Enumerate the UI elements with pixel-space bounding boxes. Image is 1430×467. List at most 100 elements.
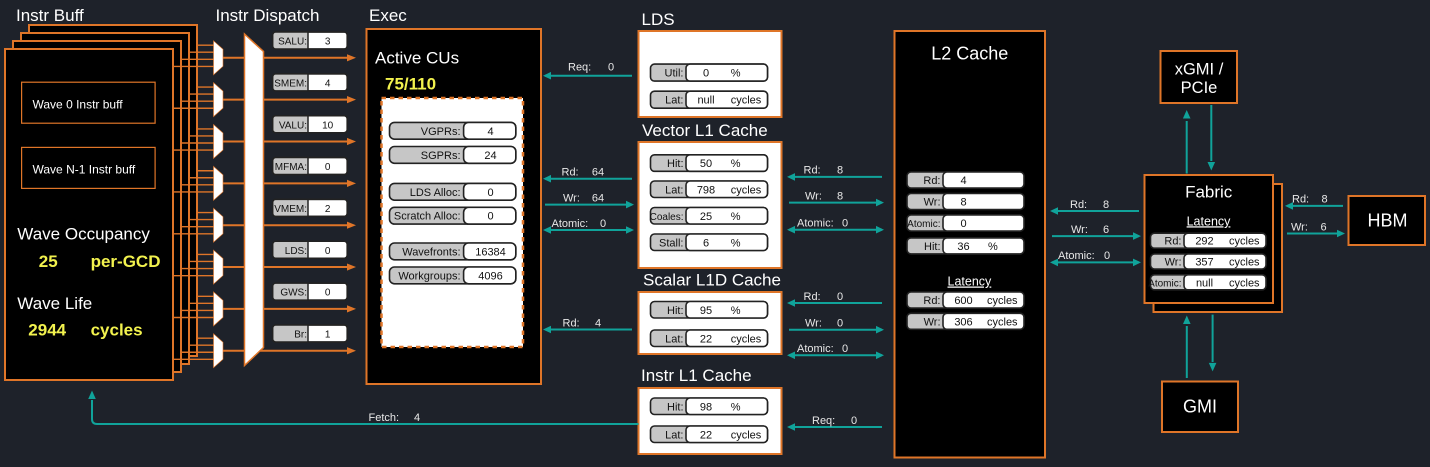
svg-text:LDS: LDS	[642, 10, 675, 29]
svg-text:Rd:: Rd:	[1292, 194, 1309, 206]
svg-text:PCIe: PCIe	[1181, 79, 1218, 97]
svg-text:SGPRs:: SGPRs:	[421, 150, 461, 162]
svg-text:2: 2	[325, 204, 331, 215]
svg-text:Br:: Br:	[294, 330, 307, 341]
svg-text:Wr:: Wr:	[805, 190, 822, 202]
svg-text:0: 0	[837, 291, 843, 303]
svg-text:VGPRs:: VGPRs:	[421, 126, 461, 138]
svg-text:8: 8	[1321, 194, 1327, 206]
svg-text:Atomic:: Atomic:	[797, 343, 834, 355]
svg-text:Lat:: Lat:	[665, 333, 683, 345]
svg-text:Vector L1 Cache: Vector L1 Cache	[642, 121, 768, 140]
svg-text:%: %	[731, 305, 741, 317]
svg-text:Wr:: Wr:	[1071, 224, 1088, 236]
svg-text:Hit:: Hit:	[924, 241, 941, 253]
svg-text:8: 8	[960, 197, 966, 209]
svg-text:cycles: cycles	[91, 321, 143, 340]
svg-text:SMEM:: SMEM:	[274, 78, 307, 89]
svg-text:4096: 4096	[478, 270, 502, 282]
svg-text:cycles: cycles	[1229, 236, 1260, 248]
svg-text:Wr:: Wr:	[805, 318, 822, 330]
svg-text:Lat:: Lat:	[665, 184, 683, 196]
svg-text:Latency: Latency	[948, 275, 993, 289]
svg-text:0: 0	[842, 218, 848, 230]
svg-text:null: null	[1196, 277, 1213, 289]
svg-text:0: 0	[325, 288, 331, 299]
svg-text:Lat:: Lat:	[665, 95, 683, 107]
svg-text:null: null	[697, 95, 714, 107]
svg-text:Hit:: Hit:	[667, 401, 684, 413]
svg-text:Rd:: Rd:	[1164, 236, 1181, 248]
svg-text:0: 0	[960, 218, 966, 230]
svg-text:Wr:: Wr:	[563, 192, 580, 204]
svg-text:4: 4	[960, 175, 966, 187]
svg-text:Wr:: Wr:	[1291, 221, 1308, 233]
svg-text:6: 6	[1320, 221, 1326, 233]
svg-text:Instr Dispatch: Instr Dispatch	[216, 6, 320, 25]
svg-text:Wave 0 Instr buff: Wave 0 Instr buff	[33, 98, 124, 112]
svg-text:0: 0	[487, 211, 493, 223]
svg-text:64: 64	[592, 167, 604, 179]
svg-text:22: 22	[700, 429, 712, 441]
svg-text:4: 4	[487, 126, 493, 138]
svg-text:xGMI /: xGMI /	[1175, 61, 1224, 79]
svg-text:LDS:: LDS:	[285, 246, 307, 257]
svg-text:0: 0	[837, 318, 843, 330]
svg-text:22: 22	[700, 333, 712, 345]
svg-text:cycles: cycles	[731, 184, 762, 196]
svg-text:Rd:: Rd:	[1070, 199, 1087, 211]
svg-text:Rd:: Rd:	[804, 291, 821, 303]
svg-text:MFMA:: MFMA:	[275, 162, 307, 173]
svg-text:cycles: cycles	[731, 429, 762, 441]
svg-text:292: 292	[1195, 236, 1213, 248]
svg-text:Rd:: Rd:	[923, 295, 940, 307]
svg-text:Instr L1 Cache: Instr L1 Cache	[641, 366, 752, 385]
svg-text:16384: 16384	[475, 246, 506, 258]
svg-text:0: 0	[851, 415, 857, 427]
svg-text:Fetch:: Fetch:	[369, 412, 400, 424]
svg-text:8: 8	[837, 190, 843, 202]
svg-text:cycles: cycles	[987, 295, 1018, 307]
svg-text:Scalar L1D Cache: Scalar L1D Cache	[643, 271, 781, 290]
svg-text:VMEM:: VMEM:	[274, 204, 307, 215]
svg-text:1: 1	[325, 330, 331, 341]
svg-text:Stall:: Stall:	[659, 237, 683, 249]
svg-text:Lat:: Lat:	[665, 429, 683, 441]
svg-text:Hit:: Hit:	[667, 158, 684, 170]
svg-text:Active CUs: Active CUs	[375, 48, 459, 67]
svg-text:Wr:: Wr:	[924, 316, 941, 328]
svg-text:0: 0	[608, 62, 614, 74]
svg-text:Atomic:: Atomic:	[907, 219, 940, 230]
svg-text:Fabric: Fabric	[1185, 182, 1233, 201]
svg-text:%: %	[988, 241, 998, 253]
svg-text:cycles: cycles	[987, 316, 1018, 328]
svg-text:cycles: cycles	[731, 333, 762, 345]
svg-text:Util:: Util:	[665, 68, 684, 80]
svg-text:Atomic:: Atomic:	[797, 218, 834, 230]
svg-text:cycles: cycles	[1229, 277, 1260, 289]
svg-text:357: 357	[1195, 257, 1213, 269]
svg-text:0: 0	[325, 246, 331, 257]
svg-text:50: 50	[700, 158, 712, 170]
svg-text:L2 Cache: L2 Cache	[931, 44, 1008, 64]
svg-text:Workgroups:: Workgroups:	[398, 270, 460, 282]
svg-text:Rd:: Rd:	[562, 167, 579, 179]
svg-text:24: 24	[484, 150, 496, 162]
svg-text:0: 0	[703, 68, 709, 80]
svg-text:%: %	[731, 158, 741, 170]
svg-text:GWS:: GWS:	[280, 288, 307, 299]
svg-text:Atomic:: Atomic:	[1148, 278, 1181, 289]
svg-text:%: %	[731, 401, 741, 413]
svg-text:3: 3	[325, 37, 331, 48]
svg-text:Wave Life: Wave Life	[17, 294, 92, 313]
svg-text:Req:: Req:	[568, 62, 591, 74]
svg-text:25: 25	[700, 211, 712, 223]
svg-text:LDS Alloc:: LDS Alloc:	[410, 187, 461, 199]
svg-text:798: 798	[697, 184, 715, 196]
svg-text:Exec: Exec	[369, 6, 407, 25]
svg-text:4: 4	[325, 78, 331, 89]
svg-text:0: 0	[1104, 250, 1110, 262]
svg-text:0: 0	[325, 162, 331, 173]
svg-text:10: 10	[322, 120, 334, 131]
svg-text:0: 0	[600, 218, 606, 230]
